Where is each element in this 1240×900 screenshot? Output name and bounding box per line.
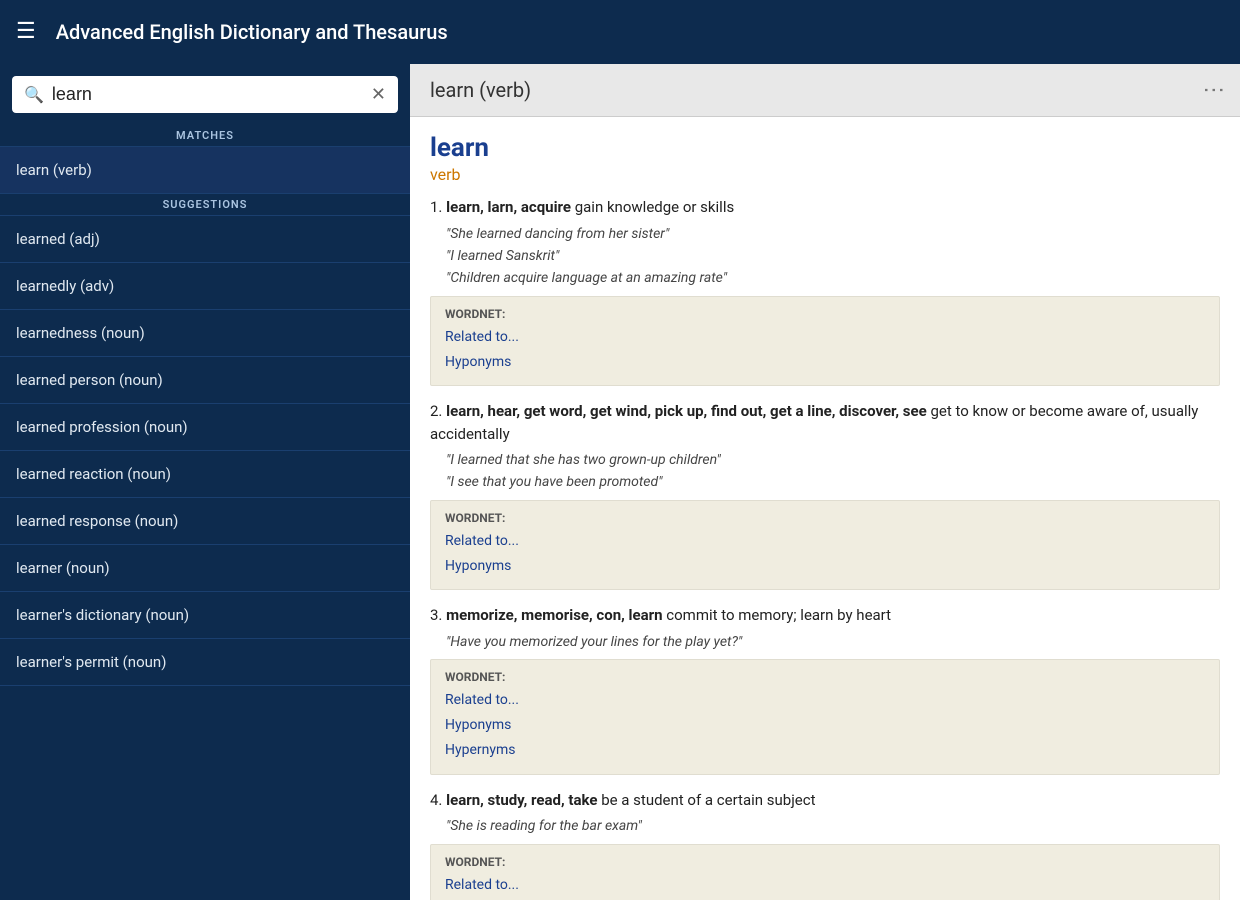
definition-text-3: 3. memorize, memorise, con, learn commit… bbox=[430, 604, 1220, 627]
wordnet-label-4: WORDNET: bbox=[445, 855, 1205, 869]
def-num-4: 4. bbox=[430, 791, 442, 809]
wordnet-hyponyms-3[interactable]: Hyponyms bbox=[445, 713, 1205, 738]
content-panel: learn (verb) ⋮ learn verb 1. learn, larn… bbox=[410, 64, 1240, 900]
main-layout: 🔍 ✕ MATCHES learn (verb) SUGGESTIONS lea… bbox=[0, 64, 1240, 900]
wordnet-hyponyms-1[interactable]: Hyponyms bbox=[445, 350, 1205, 375]
wordnet-label-3: WORDNET: bbox=[445, 670, 1205, 684]
wordnet-box-1: WORDNET: Related to... Hyponyms bbox=[430, 296, 1220, 386]
sidebar-item-learned-reaction[interactable]: learned reaction (noun) bbox=[0, 451, 410, 498]
wordnet-related-1[interactable]: Related to... bbox=[445, 325, 1205, 350]
sidebar-item-learnedly-adv[interactable]: learnedly (adv) bbox=[0, 263, 410, 310]
wordnet-label-2: WORDNET: bbox=[445, 511, 1205, 525]
sidebar-item-learned-person[interactable]: learned person (noun) bbox=[0, 357, 410, 404]
def-num-1: 1. bbox=[430, 198, 442, 216]
clear-icon[interactable]: ✕ bbox=[371, 84, 386, 105]
def-synonyms-2: learn, hear, get word, get wind, pick up… bbox=[446, 402, 927, 420]
suggestions-section-label: SUGGESTIONS bbox=[0, 194, 410, 216]
wordnet-related-2[interactable]: Related to... bbox=[445, 529, 1205, 554]
definition-text-2: 2. learn, hear, get word, get wind, pick… bbox=[430, 400, 1220, 445]
def-synonyms-1: learn, larn, acquire bbox=[446, 198, 571, 216]
def-synonyms-4: learn, study, read, take bbox=[446, 791, 597, 809]
example-2-0: "I learned that she has two grown-up chi… bbox=[446, 449, 1220, 471]
sidebar-item-learnedness-noun[interactable]: learnedness (noun) bbox=[0, 310, 410, 357]
def-synonyms-3: memorize, memorise, con, learn bbox=[446, 606, 662, 624]
word-pos: verb bbox=[430, 165, 1220, 184]
content-body: learn verb 1. learn, larn, acquire gain … bbox=[410, 117, 1240, 900]
wordnet-hyponyms-2[interactable]: Hyponyms bbox=[445, 554, 1205, 579]
search-container: 🔍 ✕ bbox=[12, 76, 398, 113]
matches-section-label: MATCHES bbox=[0, 125, 410, 147]
example-2-1: "I see that you have been promoted" bbox=[446, 471, 1220, 493]
example-1-1: "I learned Sanskrit" bbox=[446, 245, 1220, 267]
example-4-0: "She is reading for the bar exam" bbox=[446, 815, 1220, 837]
sidebar-item-learned-profession[interactable]: learned profession (noun) bbox=[0, 404, 410, 451]
wordnet-hypernyms-3[interactable]: Hypernyms bbox=[445, 738, 1205, 763]
wordnet-box-3: WORDNET: Related to... Hyponyms Hypernym… bbox=[430, 659, 1220, 775]
def-num-2: 2. bbox=[430, 402, 442, 420]
definition-text-4: 4. learn, study, read, take be a student… bbox=[430, 789, 1220, 812]
wordnet-label-1: WORDNET: bbox=[445, 307, 1205, 321]
def-num-3: 3. bbox=[430, 606, 442, 624]
def-desc-1: gain knowledge or skills bbox=[571, 198, 734, 216]
word-heading: learn bbox=[430, 133, 1220, 163]
def-desc-4: be a student of a certain subject bbox=[597, 791, 815, 809]
app-header: ☰ Advanced English Dictionary and Thesau… bbox=[0, 0, 1240, 64]
app-title: Advanced English Dictionary and Thesauru… bbox=[56, 20, 448, 44]
definition-block-2: 2. learn, hear, get word, get wind, pick… bbox=[430, 400, 1220, 590]
example-3-0: "Have you memorized your lines for the p… bbox=[446, 631, 1220, 653]
menu-icon[interactable]: ☰ bbox=[16, 21, 36, 43]
wordnet-box-2: WORDNET: Related to... Hyponyms bbox=[430, 500, 1220, 590]
wordnet-related-3[interactable]: Related to... bbox=[445, 688, 1205, 713]
sidebar: 🔍 ✕ MATCHES learn (verb) SUGGESTIONS lea… bbox=[0, 64, 410, 900]
sidebar-item-learners-permit[interactable]: learner's permit (noun) bbox=[0, 639, 410, 686]
suggestions-list: learned (adj) learnedly (adv) learnednes… bbox=[0, 216, 410, 686]
definition-block-4: 4. learn, study, read, take be a student… bbox=[430, 789, 1220, 900]
sidebar-item-learned-adj[interactable]: learned (adj) bbox=[0, 216, 410, 263]
example-1-0: "She learned dancing from her sister" bbox=[446, 223, 1220, 245]
search-input[interactable] bbox=[52, 84, 371, 105]
definition-block-3: 3. memorize, memorise, con, learn commit… bbox=[430, 604, 1220, 774]
search-icon: 🔍 bbox=[24, 85, 44, 104]
content-header: learn (verb) ⋮ bbox=[410, 64, 1240, 117]
wordnet-related-4[interactable]: Related to... bbox=[445, 873, 1205, 898]
matches-list: learn (verb) bbox=[0, 147, 410, 194]
definition-text-1: 1. learn, larn, acquire gain knowledge o… bbox=[430, 196, 1220, 219]
wordnet-box-4: WORDNET: Related to... Hyponyms bbox=[430, 844, 1220, 900]
sidebar-item-learners-dictionary[interactable]: learner's dictionary (noun) bbox=[0, 592, 410, 639]
example-1-2: "Children acquire language at an amazing… bbox=[446, 267, 1220, 289]
content-header-title: learn (verb) bbox=[430, 78, 531, 102]
sidebar-item-learner-noun[interactable]: learner (noun) bbox=[0, 545, 410, 592]
def-desc-3: commit to memory; learn by heart bbox=[663, 606, 892, 624]
sidebar-item-learn-verb[interactable]: learn (verb) bbox=[0, 147, 410, 194]
more-options-icon[interactable]: ⋮ bbox=[1207, 79, 1220, 102]
sidebar-item-learned-response[interactable]: learned response (noun) bbox=[0, 498, 410, 545]
definition-block-1: 1. learn, larn, acquire gain knowledge o… bbox=[430, 196, 1220, 386]
